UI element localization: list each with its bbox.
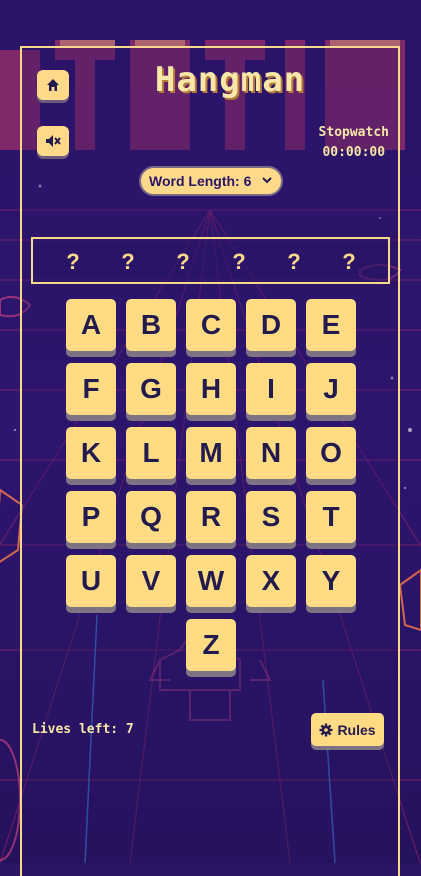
key-n[interactable]: N [246, 427, 296, 479]
key-z[interactable]: Z [186, 619, 236, 671]
key-t[interactable]: T [306, 491, 356, 543]
key-m[interactable]: M [186, 427, 236, 479]
key-i[interactable]: I [246, 363, 296, 415]
key-q[interactable]: Q [126, 491, 176, 543]
key-e[interactable]: E [306, 299, 356, 351]
game-title: Hangman [154, 60, 306, 100]
key-h[interactable]: H [186, 363, 236, 415]
key-w[interactable]: W [186, 555, 236, 607]
gear-icon [319, 723, 333, 736]
word-length-value: Word Length: 6 [149, 173, 252, 189]
chevron-down-icon [261, 174, 273, 189]
letter-slot: ? [66, 249, 80, 274]
key-x[interactable]: X [246, 555, 296, 607]
mute-button[interactable] [37, 126, 69, 156]
lives-counter: Lives left: 7 [32, 722, 134, 737]
letter-slot: ? [342, 249, 356, 274]
letter-slot: ? [176, 249, 190, 274]
word-display: ? ? ? ? ? ? [31, 237, 390, 284]
key-s[interactable]: S [246, 491, 296, 543]
key-f[interactable]: F [66, 363, 116, 415]
letter-slot: ? [232, 249, 246, 274]
key-k[interactable]: K [66, 427, 116, 479]
key-o[interactable]: O [306, 427, 356, 479]
key-y[interactable]: Y [306, 555, 356, 607]
key-r[interactable]: R [186, 491, 236, 543]
key-b[interactable]: B [126, 299, 176, 351]
letter-slot: ? [121, 249, 135, 274]
letter-slot: ? [287, 249, 301, 274]
stopwatch: Stopwatch 00:00:00 [319, 123, 389, 163]
key-g[interactable]: G [126, 363, 176, 415]
key-p[interactable]: P [66, 491, 116, 543]
key-j[interactable]: J [306, 363, 356, 415]
home-button[interactable] [37, 70, 69, 100]
key-d[interactable]: D [246, 299, 296, 351]
rules-button[interactable]: Rules [311, 713, 384, 746]
stopwatch-time: 00:00:00 [322, 145, 386, 160]
key-c[interactable]: C [186, 299, 236, 351]
stopwatch-label: Stopwatch [318, 125, 389, 140]
word-length-select[interactable]: Word Length: 6 [139, 166, 283, 196]
key-l[interactable]: L [126, 427, 176, 479]
key-u[interactable]: U [66, 555, 116, 607]
speaker-muted-icon [46, 135, 61, 147]
rules-label: Rules [337, 721, 376, 738]
home-icon [47, 79, 59, 91]
key-a[interactable]: A [66, 299, 116, 351]
key-v[interactable]: V [126, 555, 176, 607]
